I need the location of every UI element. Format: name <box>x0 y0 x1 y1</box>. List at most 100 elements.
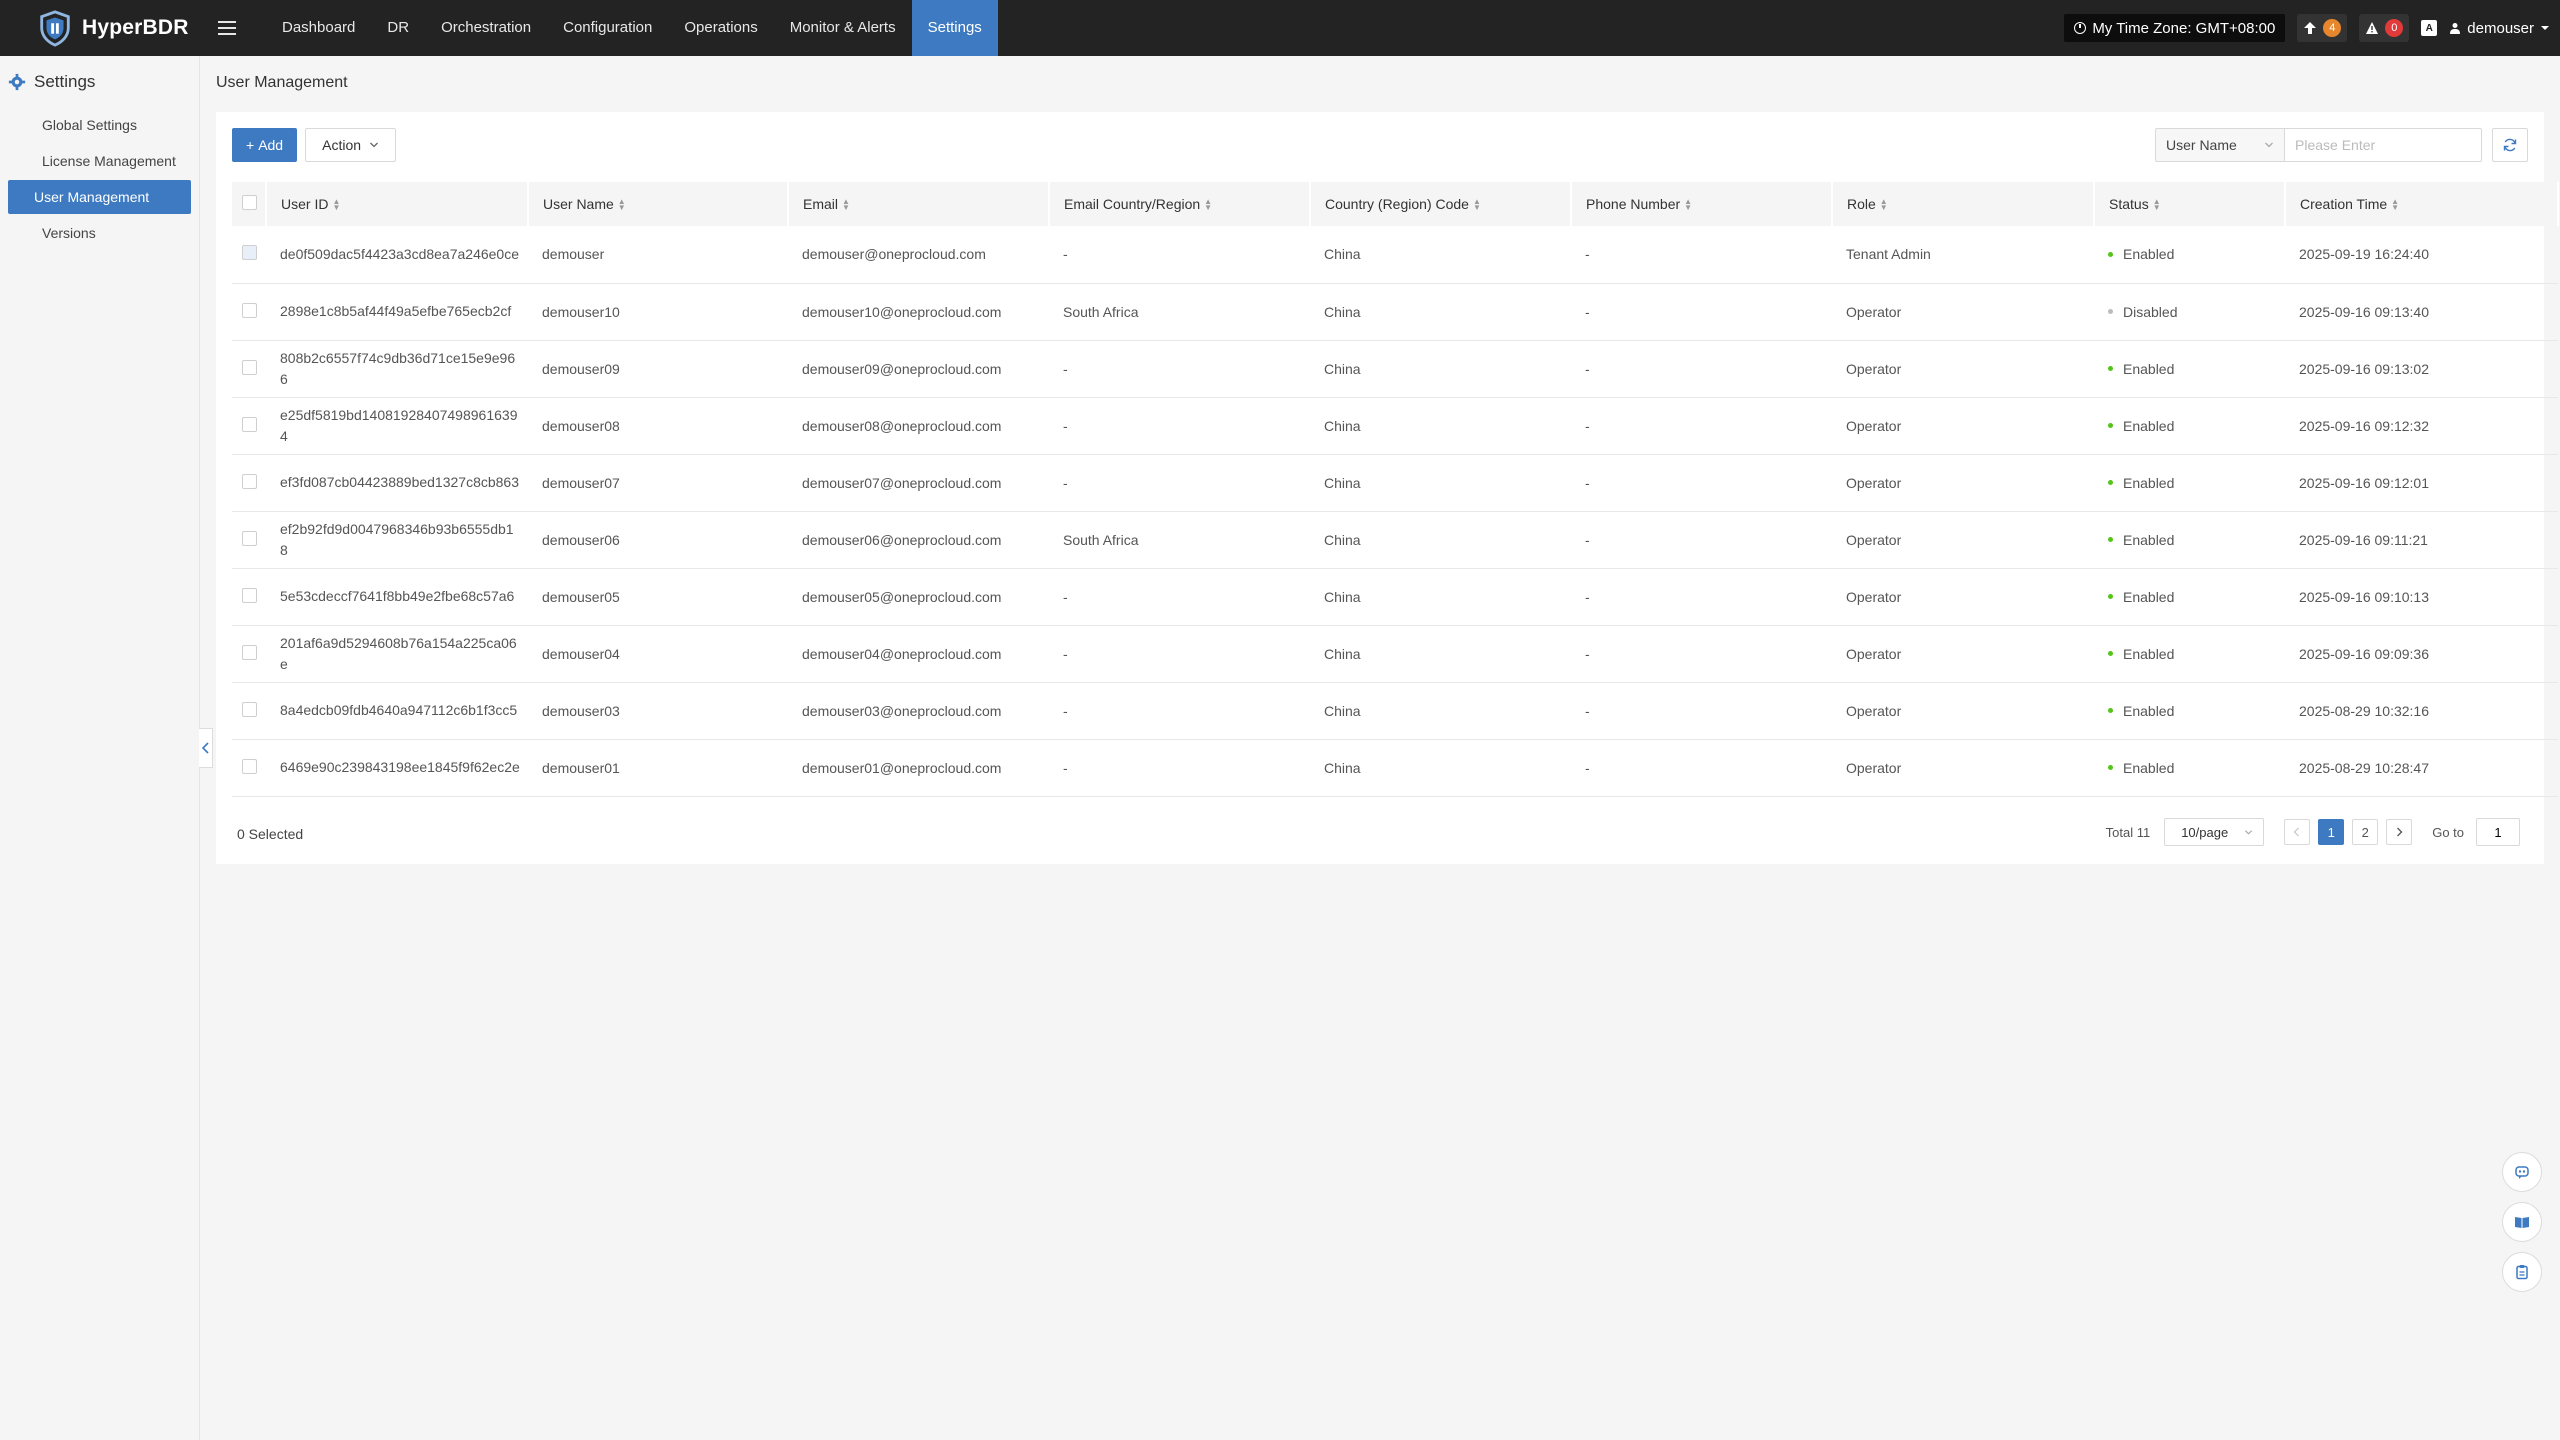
status-dot <box>2108 309 2113 314</box>
sort-icon[interactable]: ▲ ▼ <box>1880 198 1888 212</box>
sort-icon[interactable]: ▲ ▼ <box>1204 198 1212 212</box>
email-cell: demouser01@oneprocloud.com <box>802 759 1002 776</box>
row-checkbox[interactable] <box>242 701 257 717</box>
table-row[interactable]: ef2b92fd9d0047968346b93b6555db18 demouser… <box>232 511 2558 568</box>
sidebar-item-user-management[interactable]: User Management <box>8 180 191 214</box>
page-size-select[interactable]: 10/page <box>2164 818 2265 846</box>
select-all-checkbox[interactable] <box>242 195 257 210</box>
hamburger-icon[interactable] <box>218 0 242 56</box>
nav-dr[interactable]: DR <box>371 0 425 56</box>
status-cell: Enabled <box>2094 568 2285 625</box>
docs-button[interactable] <box>2502 1202 2542 1242</box>
column-header[interactable]: Email ▲ ▼ <box>788 182 1050 226</box>
chevron-down-icon <box>2265 142 2273 148</box>
sort-icon[interactable]: ▲ ▼ <box>1684 198 1692 212</box>
next-page-button[interactable] <box>2386 819 2413 845</box>
selected-count: 0 Selected <box>237 826 304 842</box>
refresh-button[interactable] <box>2492 128 2528 162</box>
prev-page-button[interactable] <box>2284 819 2311 845</box>
pagination: Total 11 10/page 1 2 Go to <box>2106 818 2520 846</box>
brand[interactable]: HyperBDR <box>0 0 212 56</box>
page-button[interactable]: 2 <box>2352 819 2379 845</box>
table-row[interactable]: 5e53cdeccf7641f8bb49e2fbe68c57a6 demouser… <box>232 568 2558 625</box>
role-cell: Tenant Admin <box>1846 246 1931 263</box>
creation-time-cell: 2025-09-16 09:11:21 <box>2299 531 2428 548</box>
table-row[interactable]: de0f509dac5f4423a3cd8ea7a246e0ce demouser… <box>232 226 2558 283</box>
row-checkbox[interactable] <box>242 245 257 261</box>
row-checkbox[interactable] <box>242 473 257 489</box>
action-dropdown-button[interactable]: Action <box>305 128 397 162</box>
sidebar-item-versions[interactable]: Versions <box>8 216 191 250</box>
nav-settings[interactable]: Settings <box>911 0 998 56</box>
table-row[interactable]: 201af6a9d5294608b76a154a225ca06e demouser… <box>232 625 2558 682</box>
nav-monitor-alerts[interactable]: Monitor & Alerts <box>774 0 912 56</box>
nav-configuration[interactable]: Configuration <box>547 0 668 56</box>
phone-cell: - <box>1585 303 1590 320</box>
page-button[interactable]: 1 <box>2318 819 2345 845</box>
user-menu[interactable]: demouser <box>2449 20 2550 37</box>
row-checkbox[interactable] <box>242 302 257 318</box>
search-input[interactable] <box>2284 128 2482 162</box>
alert-notifications[interactable]: 0 <box>2359 14 2410 42</box>
chat-bot-icon <box>2515 1166 2529 1179</box>
column-header[interactable]: Country (Region) Code ▲ ▼ <box>1310 182 1572 226</box>
sidebar-item-license-management[interactable]: License Management <box>8 144 191 178</box>
sort-icon[interactable]: ▲ ▼ <box>332 198 340 212</box>
timezone-indicator[interactable]: My Time Zone: GMT+08:00 <box>2064 14 2286 42</box>
table-row[interactable]: 8a4edcb09fdb4640a947112c6b1f3cc5 demouser… <box>232 682 2558 739</box>
email-region-cell: - <box>1063 417 1068 434</box>
sort-icon[interactable]: ▲ ▼ <box>2153 198 2161 212</box>
upgrade-notifications[interactable]: 4 <box>2297 14 2348 42</box>
sidebar-collapse-handle[interactable] <box>199 728 213 768</box>
email-cell: demouser10@oneprocloud.com <box>802 303 1002 320</box>
table-row[interactable]: 808b2c6557f74c9db36d71ce15e9e966 demouser… <box>232 340 2558 397</box>
column-header[interactable]: User ID ▲ ▼ <box>266 182 529 226</box>
column-header[interactable]: Phone Number ▲ ▼ <box>1571 182 1833 226</box>
column-header[interactable]: User Name ▲ ▼ <box>528 182 789 226</box>
row-checkbox[interactable] <box>242 644 257 660</box>
chat-bot-button[interactable] <box>2502 1152 2542 1192</box>
user-name-cell: demouser08 <box>542 417 620 434</box>
table-row[interactable]: ef3fd087cb04423889bed1327c8cb863 demouser… <box>232 454 2558 511</box>
column-header[interactable]: Creation Time ▲ ▼ <box>2285 182 2559 226</box>
status-dot <box>2108 708 2113 713</box>
column-header[interactable]: Status ▲ ▼ <box>2094 182 2286 226</box>
shield-logo-icon <box>40 10 70 47</box>
row-checkbox[interactable] <box>242 359 257 375</box>
row-select-cell <box>232 283 266 340</box>
column-header[interactable]: Email Country/Region ▲ ▼ <box>1049 182 1311 226</box>
sidebar: Settings Global Settings License Managem… <box>0 56 200 1440</box>
sidebar-header: Settings <box>0 56 199 108</box>
row-checkbox[interactable] <box>242 416 257 432</box>
row-checkbox[interactable] <box>242 587 257 603</box>
status-label: Enabled <box>2123 702 2175 719</box>
role-cell: Operator <box>1846 417 1902 434</box>
row-select-cell <box>232 454 266 511</box>
nav-operations[interactable]: Operations <box>668 0 773 56</box>
phone-cell: - <box>1585 360 1590 377</box>
sort-icon[interactable]: ▲ ▼ <box>842 198 850 212</box>
nav-orchestration[interactable]: Orchestration <box>425 0 547 56</box>
role-cell: Operator <box>1846 645 1902 662</box>
table-row[interactable]: 2898e1c8b5af44f49a5efbe765ecb2cf demouser… <box>232 283 2558 340</box>
chevron-right-icon <box>2397 827 2403 837</box>
add-user-button[interactable]: + Add <box>232 128 298 162</box>
creation-time-cell: 2025-08-29 10:28:47 <box>2299 759 2429 776</box>
sidebar-item-global-settings[interactable]: Global Settings <box>8 108 191 142</box>
table-row[interactable]: 6469e90c239843198ee1845f9f62ec2e demouser… <box>232 739 2558 796</box>
language-icon[interactable]: A <box>2421 20 2438 36</box>
sort-icon[interactable]: ▲ ▼ <box>618 198 626 212</box>
sort-icon[interactable]: ▲ ▼ <box>2391 198 2399 212</box>
nav-dashboard[interactable]: Dashboard <box>266 0 371 56</box>
table-row[interactable]: e25df5819bd140819284074989616394 demouser… <box>232 397 2558 454</box>
column-header[interactable]: Role ▲ ▼ <box>1832 182 2095 226</box>
row-select-cell <box>232 340 266 397</box>
goto-page-input[interactable] <box>2476 818 2520 846</box>
task-log-button[interactable] <box>2502 1252 2542 1292</box>
row-checkbox[interactable] <box>242 530 257 546</box>
column-header-label: Phone Number <box>1586 196 1681 212</box>
column-header-label: User ID <box>281 196 329 212</box>
search-field-select[interactable]: User Name <box>2155 128 2285 162</box>
sort-icon[interactable]: ▲ ▼ <box>1473 198 1481 212</box>
row-checkbox[interactable] <box>242 758 257 774</box>
